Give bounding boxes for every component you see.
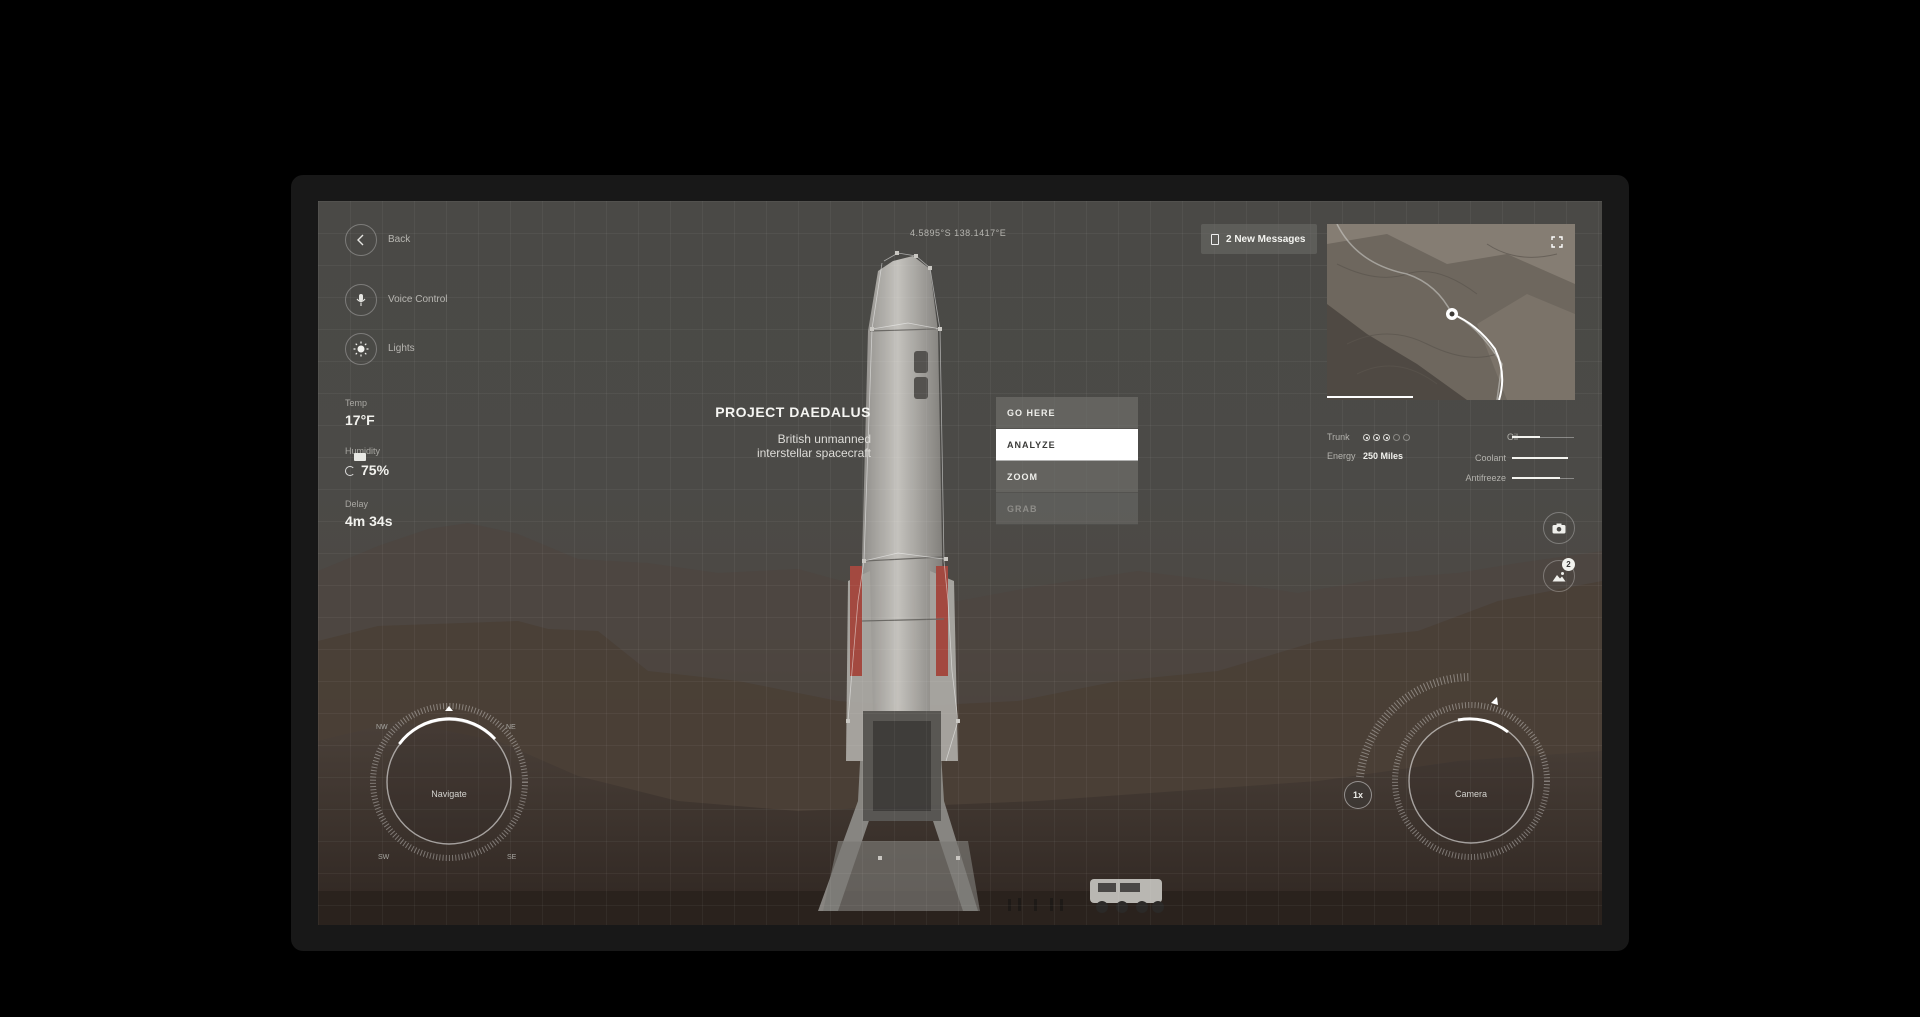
menu-item-go-here[interactable]: GO HERE xyxy=(996,397,1138,429)
target-title: PROJECT DAEDALUS xyxy=(715,404,871,420)
chevron-left-icon xyxy=(357,234,364,246)
trunk-label: Trunk xyxy=(1327,432,1350,442)
antifreeze-bar xyxy=(1512,477,1574,479)
gallery-count-badge: 2 xyxy=(1562,558,1575,571)
trunk-dot xyxy=(1363,434,1370,441)
lights-label[interactable]: Lights xyxy=(388,343,415,354)
microphone-icon xyxy=(356,294,366,306)
menu-item-analyze[interactable]: ANALYZE xyxy=(996,429,1138,461)
voice-control-button[interactable] xyxy=(345,284,377,316)
menu-item-grab: GRAB xyxy=(996,493,1138,525)
camera-label: Camera xyxy=(1454,789,1487,799)
menu-item-zoom[interactable]: ZOOM xyxy=(996,461,1138,493)
compass-sw: SW xyxy=(378,854,390,861)
voice-control-label[interactable]: Voice Control xyxy=(388,294,447,305)
camera-icon xyxy=(1552,523,1566,533)
compass-se: SE xyxy=(507,854,517,861)
messages-button[interactable]: 2 New Messages xyxy=(1201,224,1317,254)
zoom-level-chip[interactable]: 1x xyxy=(1344,781,1372,809)
temp-label: Temp xyxy=(345,398,368,408)
rover xyxy=(1090,879,1164,913)
coolant-bar xyxy=(1512,457,1568,459)
compass-nw: NW xyxy=(376,724,388,731)
camera-zoom-arc[interactable] xyxy=(1338,669,1578,879)
antifreeze-label: Antifreeze xyxy=(1465,473,1506,483)
trunk-dot xyxy=(1403,434,1410,441)
coolant-bar-fill xyxy=(1512,457,1568,459)
minimap[interactable] xyxy=(1327,224,1575,400)
delay-value: 4m 34s xyxy=(345,513,393,529)
delay-label: Delay xyxy=(345,499,369,509)
back-label[interactable]: Back xyxy=(388,234,410,245)
humidity-value: 75% xyxy=(361,462,390,478)
messages-label: 2 New Messages xyxy=(1226,233,1306,245)
coordinates-readout: 4.5895°S 138.1417°E xyxy=(910,228,1007,238)
target-description-line-2: interstellar spacecraft xyxy=(756,446,871,460)
navigate-label: Navigate xyxy=(431,789,467,799)
lights-button[interactable] xyxy=(345,333,377,365)
temp-value: 17°F xyxy=(345,412,375,428)
compass-ne: NE xyxy=(506,724,516,731)
message-icon xyxy=(1211,233,1219,245)
gallery-icon xyxy=(1552,571,1566,581)
sun-icon xyxy=(353,341,369,357)
target-description-line-1: British unmanned xyxy=(777,432,871,446)
energy-label: Energy xyxy=(1327,451,1356,461)
antifreeze-bar-fill xyxy=(1512,477,1561,479)
trunk-dot xyxy=(1383,434,1390,441)
coolant-label: Coolant xyxy=(1474,453,1506,463)
back-button[interactable] xyxy=(345,224,377,256)
trunk-dot xyxy=(1373,434,1380,441)
video-camera-icon xyxy=(354,453,366,461)
loading-spinner-icon xyxy=(345,466,355,476)
context-menu: GO HERE ANALYZE ZOOM GRAB xyxy=(996,397,1138,525)
oil-bar xyxy=(1512,436,1574,438)
energy-value: 250 Miles xyxy=(1363,451,1404,461)
hud-screen: Back Voice Control Lights Temp 17°F Humi… xyxy=(318,201,1602,925)
camera-button[interactable] xyxy=(1543,512,1575,544)
trunk-dot xyxy=(1393,434,1400,441)
expand-icon[interactable] xyxy=(1551,236,1563,248)
oil-bar-fill xyxy=(1512,436,1540,438)
terrain-map xyxy=(1327,224,1575,400)
target-description: British unmanned interstellar spacecraft xyxy=(671,432,871,460)
